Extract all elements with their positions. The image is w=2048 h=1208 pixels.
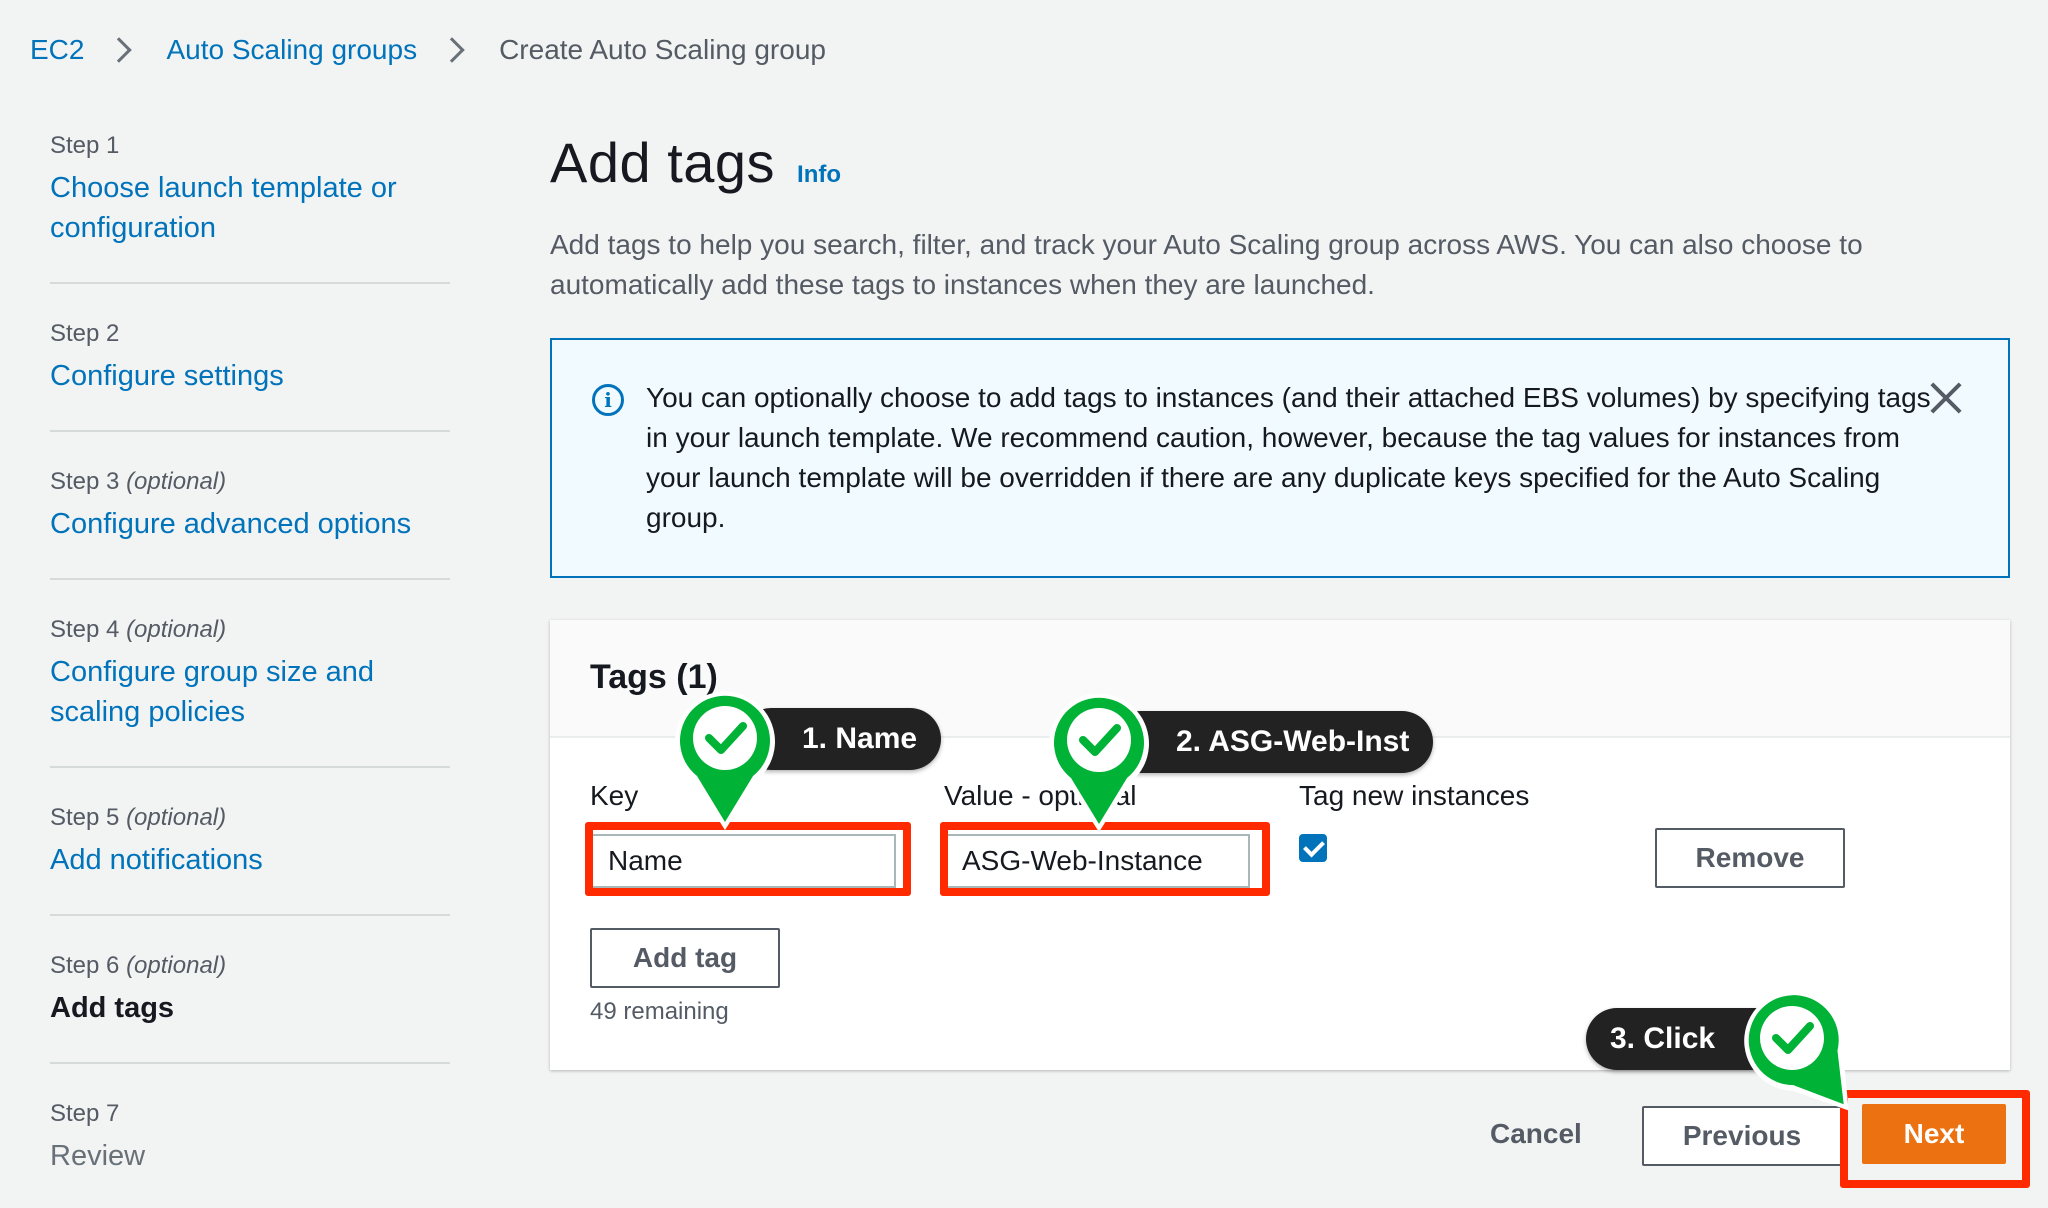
- step-number: Step 3 (optional): [50, 468, 227, 495]
- step-6-current: Add tags: [50, 992, 175, 1024]
- remove-button[interactable]: Remove: [1655, 828, 1845, 888]
- step-7-review: Review: [50, 1140, 146, 1172]
- tag-new-instances-label: Tag new instances: [1299, 780, 1530, 811]
- add-tag-button[interactable]: Add tag: [590, 928, 780, 988]
- step-number: Step 6 (optional): [50, 952, 227, 979]
- step-number: Step 2: [50, 320, 120, 347]
- breadcrumb-current: Create Auto Scaling group: [499, 34, 826, 65]
- cancel-button[interactable]: Cancel: [1490, 1118, 1582, 1150]
- step-5-link[interactable]: Add notifications: [50, 840, 450, 880]
- wizard-steps-nav: Step 1 Choose launch template or configu…: [50, 130, 450, 1208]
- info-alert: i You can optionally choose to add tags …: [550, 338, 2010, 578]
- breadcrumb: EC2 Auto Scaling groups Create Auto Scal…: [30, 30, 826, 70]
- info-icon: i: [592, 384, 624, 416]
- main-content: Add tags Info Add tags to help you searc…: [550, 130, 2010, 305]
- step-4-link[interactable]: Configure group size and scaling policie…: [50, 652, 390, 732]
- step-number: Step 5 (optional): [50, 804, 227, 831]
- key-label: Key: [590, 780, 639, 811]
- wizard-step-6: Step 6 (optional) Add tags: [50, 950, 450, 1064]
- close-icon[interactable]: [1928, 380, 1964, 416]
- step-2-link[interactable]: Configure settings: [50, 356, 450, 396]
- step-number: Step 1: [50, 132, 120, 159]
- page-title: Add tags: [550, 131, 776, 194]
- tags-remaining: 49 remaining: [590, 998, 729, 1025]
- wizard-step-7: Step 7 Review: [50, 1098, 450, 1208]
- breadcrumb-ec2-link[interactable]: EC2: [30, 34, 84, 66]
- step-1-link[interactable]: Choose launch template or configuration: [50, 168, 410, 248]
- wizard-step-2: Step 2 Configure settings: [50, 318, 450, 432]
- tag-new-instances-checkbox[interactable]: [1299, 834, 1327, 862]
- page-header: Add tags Info: [550, 130, 2010, 195]
- breadcrumb-asg-link[interactable]: Auto Scaling groups: [166, 34, 417, 66]
- callout-step-2: 2. ASG-Web-Inst: [1110, 711, 1434, 773]
- checkmark-pin-icon: [1045, 686, 1153, 836]
- step-number: Step 7: [50, 1100, 120, 1127]
- step-3-link[interactable]: Configure advanced options: [50, 504, 450, 544]
- next-button-highlight: [1840, 1090, 2030, 1188]
- page-description: Add tags to help you search, filter, and…: [550, 229, 1863, 300]
- chevron-right-icon: [106, 37, 133, 63]
- wizard-step-1: Step 1 Choose launch template or configu…: [50, 130, 450, 284]
- info-link[interactable]: Info: [797, 161, 841, 189]
- wizard-step-3: Step 3 (optional) Configure advanced opt…: [50, 466, 450, 580]
- chevron-right-icon: [439, 37, 465, 63]
- alert-text: You can optionally choose to add tags to…: [646, 382, 1931, 533]
- wizard-step-4: Step 4 (optional) Configure group size a…: [50, 614, 450, 768]
- checkmark-pin-icon: [671, 684, 779, 834]
- step-number: Step 4 (optional): [50, 616, 227, 643]
- wizard-step-5: Step 5 (optional) Add notifications: [50, 802, 450, 916]
